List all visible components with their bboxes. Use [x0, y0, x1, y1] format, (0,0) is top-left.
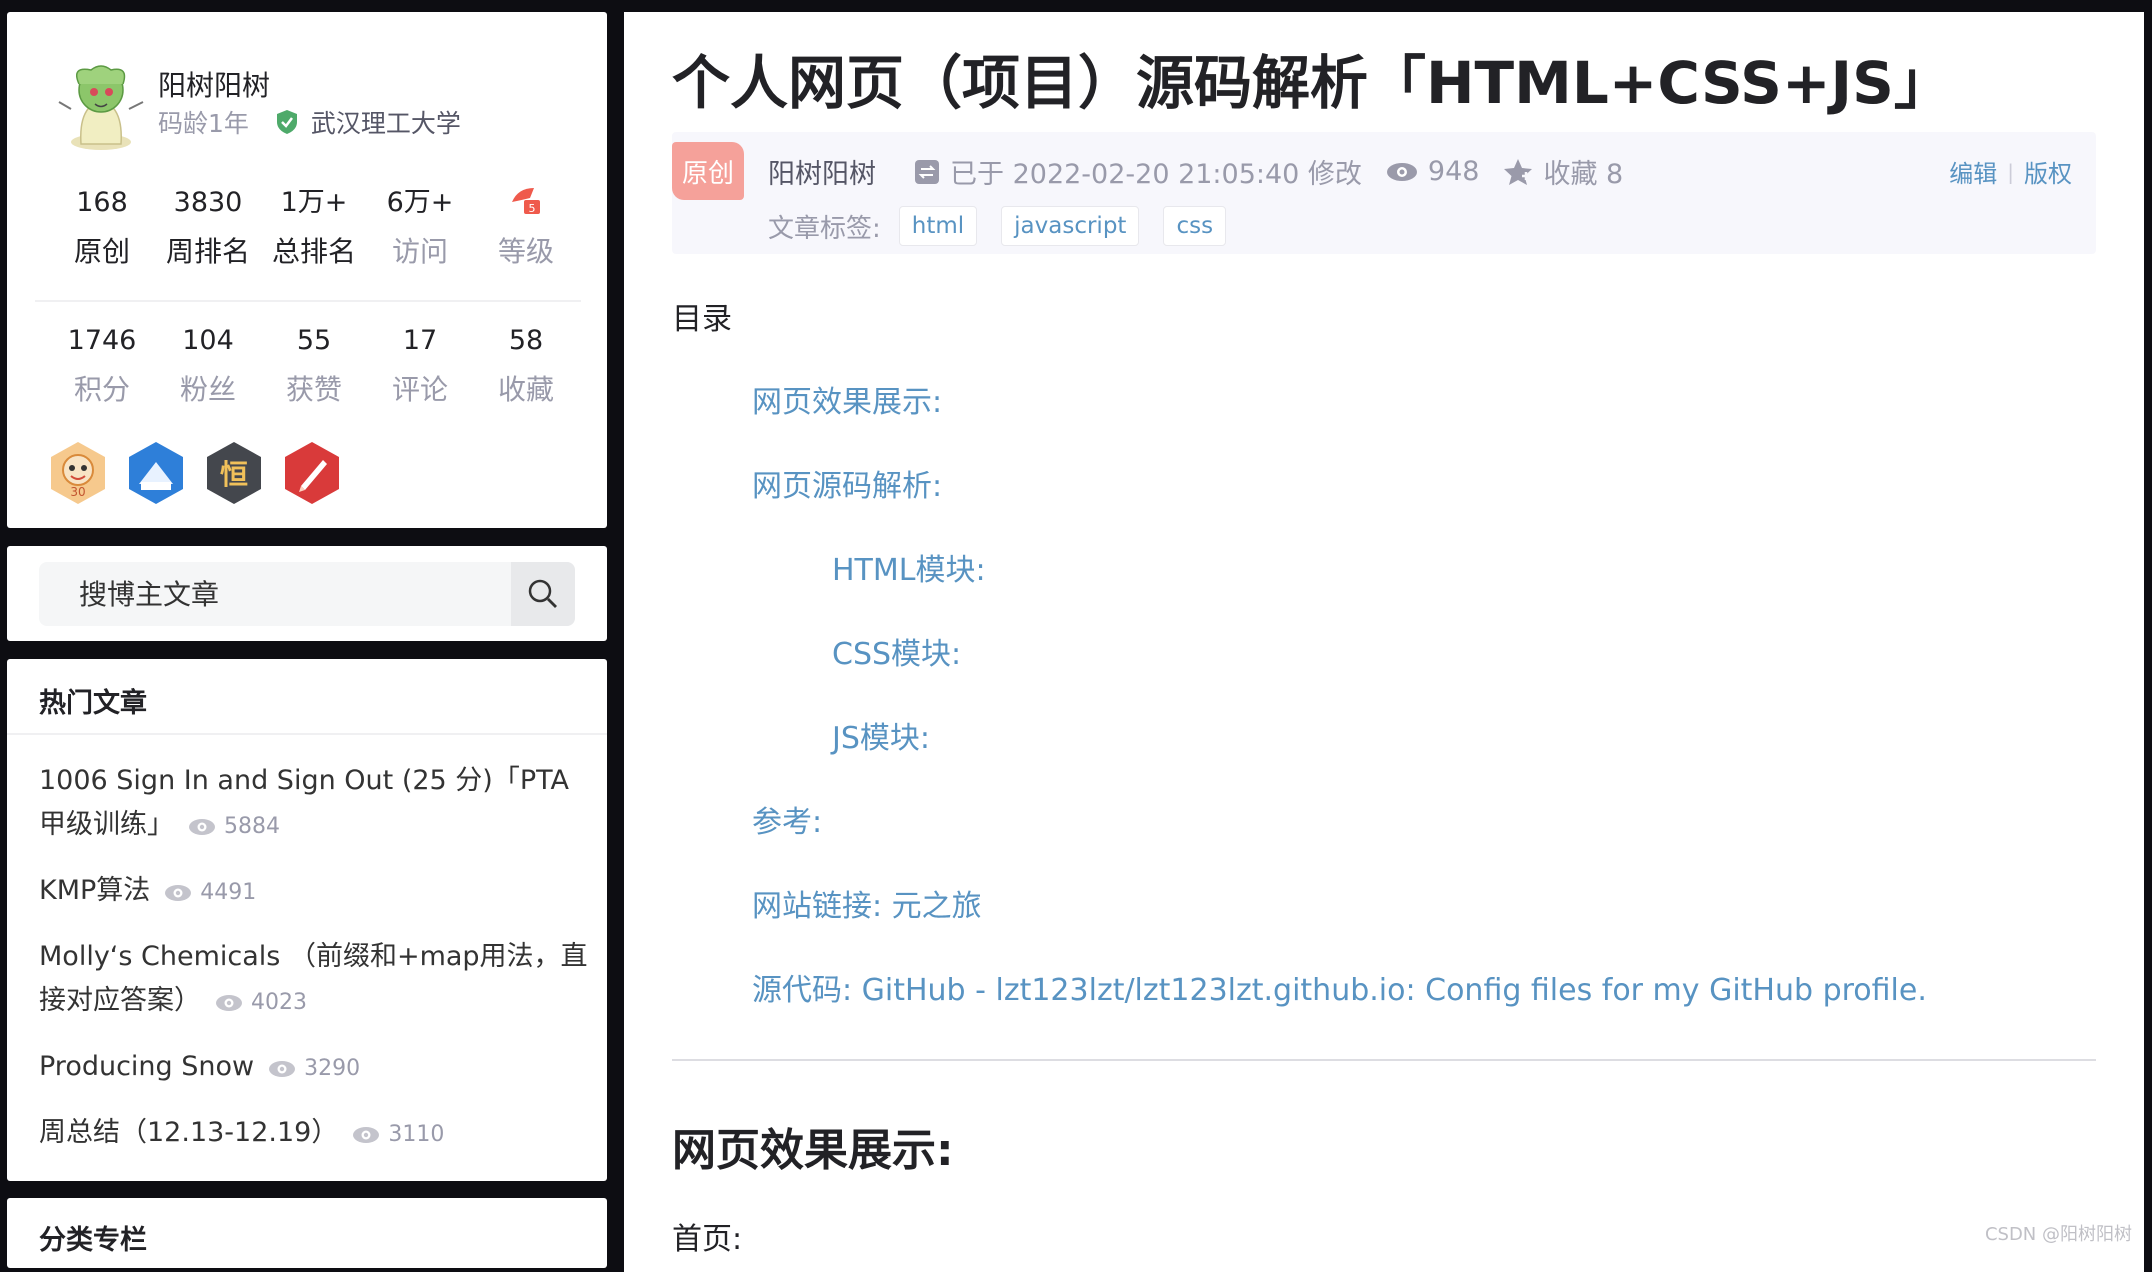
article-link[interactable]: KMP算法 — [39, 875, 150, 906]
list-item[interactable]: 1006 Sign In and Sign Out (25 分)「PTA甲级训练… — [39, 759, 589, 849]
badge-text: 恒 — [220, 458, 248, 491]
view-count: 948 — [1427, 156, 1480, 187]
stat-level[interactable]: 5 等级 — [459, 184, 593, 270]
avatar[interactable] — [51, 54, 151, 154]
watermark: CSDN @阳树阳树 — [1984, 1224, 2132, 1245]
favorites-info[interactable]: 收藏 8 — [1503, 152, 1623, 191]
list-item[interactable]: 周总结（12.13-12.19） 3110 — [39, 1111, 589, 1157]
view-number: 4491 — [200, 880, 257, 905]
hot-articles-card: 热门文章 1006 Sign In and Sign Out (25 分)「PT… — [7, 659, 607, 1181]
toc-item-reference[interactable]: 参考: — [752, 797, 822, 841]
svg-text:5: 5 — [529, 202, 536, 215]
search-button[interactable] — [511, 562, 575, 626]
hot-articles-title: 热门文章 — [39, 688, 147, 719]
favorite-count: 收藏 8 — [1543, 159, 1624, 190]
view-number: 5884 — [224, 814, 280, 839]
school-name: 武汉理工大学 — [310, 109, 461, 138]
view-count: 3290 — [268, 1056, 360, 1081]
eye-icon — [165, 885, 192, 901]
tag-html[interactable]: html — [898, 206, 978, 246]
search-box — [39, 562, 575, 626]
view-count: 3110 — [352, 1122, 444, 1147]
school-info: 武汉理工大学 — [275, 104, 461, 140]
level-icon: 5 — [459, 184, 593, 222]
tag-css[interactable]: css — [1163, 206, 1227, 246]
list-item[interactable]: KMP算法 4491 — [39, 869, 589, 915]
original-tag: 原创 — [672, 142, 744, 200]
author-name[interactable]: 阳树阳树 — [158, 64, 270, 104]
view-number: 3290 — [304, 1056, 361, 1081]
toc-item-html[interactable]: HTML模块: — [832, 545, 986, 589]
badge-list: 30 恒 — [47, 440, 343, 506]
eye-icon — [189, 819, 215, 835]
stat-value: 58 — [508, 325, 544, 356]
pen-badge-icon[interactable] — [281, 440, 343, 506]
view-number: 4023 — [251, 990, 307, 1015]
article-main: 个人网页（项目）源码解析「HTML+CSS+JS」 原创 阳树阳树 已于 202… — [624, 12, 2144, 1272]
views-info: 948 — [1386, 156, 1480, 187]
tag-javascript[interactable]: javascript — [1001, 206, 1140, 246]
article-author[interactable]: 阳树阳树 — [768, 152, 876, 191]
article-link[interactable]: 1006 Sign In and Sign Out (25 分)「PTA甲级训练… — [39, 765, 569, 840]
badge-number: 30 — [70, 485, 85, 499]
author-meta: 码龄1年 武汉理工大学 — [158, 104, 461, 140]
article-actions: 编辑 | 版权 — [1949, 154, 2072, 189]
stat-label: 等级 — [497, 235, 554, 268]
view-count: 4023 — [215, 990, 307, 1015]
toc-item-github[interactable]: 源代码: GitHub - lzt123lzt/lzt123lzt.github… — [752, 965, 1927, 1009]
eye-icon — [269, 1061, 296, 1077]
toc-item-website[interactable]: 网站链接: 元之旅 — [752, 881, 982, 925]
modified-time: 已于 2022-02-20 21:05:40 修改 — [950, 159, 1362, 190]
article-meta-line: 阳树阳树 已于 2022-02-20 21:05:40 修改 948 收藏 8 — [768, 152, 1647, 191]
blog-search-card — [7, 546, 607, 641]
article-link[interactable]: Molly‘s Chemicals （前缀和+map用法，直接对应答案） — [39, 941, 588, 1016]
verified-shield-icon — [276, 110, 297, 134]
article-title: 个人网页（项目）源码解析「HTML+CSS+JS」 — [672, 49, 1952, 117]
divider — [7, 733, 607, 735]
toc-item-js[interactable]: JS模块: — [832, 713, 930, 757]
paragraph: 首页: — [672, 1222, 743, 1257]
separator: | — [2007, 159, 2014, 184]
article-meta-box: 原创 阳树阳树 已于 2022-02-20 21:05:40 修改 948 收藏… — [672, 132, 2096, 254]
article-link[interactable]: Producing Snow — [39, 1051, 254, 1082]
stat-favorites: 58 收藏 — [459, 322, 593, 408]
toc-title: 目录 — [672, 302, 732, 337]
hot-article-list: 1006 Sign In and Sign Out (25 分)「PTA甲级训练… — [39, 759, 589, 1177]
stats-divider — [35, 300, 581, 302]
tags-label: 文章标签: — [768, 213, 881, 244]
stat-label: 收藏 — [497, 373, 554, 406]
view-count: 4491 — [164, 880, 256, 905]
copyright-link[interactable]: 版权 — [2024, 154, 2072, 189]
stats-row-primary: 168 原创 3830 周排名 1万+ 总排名 6万+ 访问 5 等级 — [35, 184, 593, 270]
view-number: 3110 — [388, 1122, 445, 1147]
toc-item-source[interactable]: 网页源码解析: — [752, 461, 942, 505]
eye-icon — [216, 995, 242, 1011]
article-link[interactable]: 周总结（12.13-12.19） — [39, 1117, 338, 1148]
star-icon — [1504, 158, 1533, 185]
toc-item-effect[interactable]: 网页效果展示: — [752, 377, 942, 421]
coding-years: 码龄1年 — [158, 109, 249, 138]
article-tags: 文章标签: html javascript css — [768, 206, 1250, 246]
list-item[interactable]: Producing Snow 3290 — [39, 1045, 589, 1091]
list-item[interactable]: Molly‘s Chemicals （前缀和+map用法，直接对应答案） 4023 — [39, 935, 589, 1025]
blog-badge-icon[interactable] — [125, 440, 187, 506]
author-profile-card: 阳树阳树 码龄1年 武汉理工大学 168 原创 3830 周排名 1万+ 总排名… — [7, 12, 607, 528]
category-card: 分类专栏 — [7, 1198, 607, 1268]
section-heading: 网页效果展示: — [672, 1125, 954, 1176]
stats-row-secondary: 1746 积分 104 粉丝 55 获赞 17 评论 58 收藏 — [35, 322, 593, 408]
search-input[interactable] — [39, 562, 509, 626]
edit-link[interactable]: 编辑 — [1949, 154, 1997, 189]
revision-icon — [915, 159, 939, 184]
monkey-badge-icon[interactable]: 30 — [47, 440, 109, 506]
eye-icon — [353, 1127, 380, 1143]
search-icon — [528, 579, 557, 608]
modified-info: 已于 2022-02-20 21:05:40 修改 — [914, 152, 1362, 191]
toc-item-css[interactable]: CSS模块: — [832, 629, 961, 673]
view-count: 5884 — [188, 814, 280, 839]
content-divider — [672, 1059, 2096, 1061]
persistence-badge-icon[interactable]: 恒 — [203, 440, 265, 506]
eye-icon — [1386, 162, 1417, 181]
category-title: 分类专栏 — [39, 1225, 147, 1256]
